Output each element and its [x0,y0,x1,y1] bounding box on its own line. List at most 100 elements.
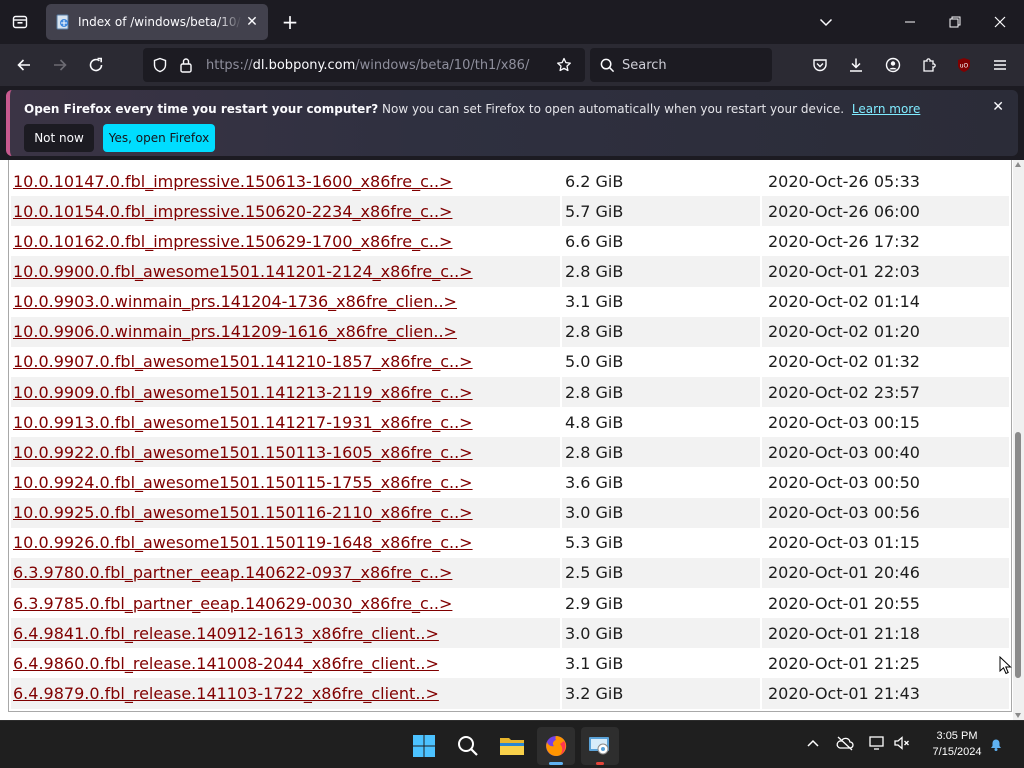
firefox-icon [546,735,567,756]
file-link[interactable]: 10.0.9900.0.fbl_awesome1501.141201-2124_… [13,262,473,281]
file-name-cell: 6.4.9841.0.fbl_release.140912-1613_x86fr… [11,618,560,649]
onedrive-cloud-icon[interactable] [836,735,854,755]
listing-row: 6.3.9785.0.fbl_partner_eeap.140629-0030_… [11,588,1009,618]
show-hidden-icons-chevron-icon[interactable] [806,735,820,754]
file-link[interactable]: 6.4.9879.0.fbl_release.141103-1722_x86fr… [13,684,439,703]
close-window-button[interactable] [990,12,1010,32]
listing-row: 10.0.9925.0.fbl_awesome1501.150116-2110_… [11,497,1009,528]
file-link[interactable]: 10.0.9913.0.fbl_awesome1501.141217-1931_… [13,413,473,432]
not-now-button[interactable]: Not now [24,124,94,152]
minimize-icon [905,21,915,23]
tab-close-icon[interactable]: ✕ [244,14,260,30]
listing-row: 10.0.10162.0.fbl_impressive.150629-1700_… [11,226,1009,256]
file-link[interactable]: 10.0.10162.0.fbl_impressive.150629-1700_… [13,232,452,251]
pocket-button[interactable] [810,55,830,75]
file-link[interactable]: 10.0.9924.0.fbl_awesome1501.150115-1755_… [13,473,473,492]
file-name-cell: 10.0.9906.0.winmain_prs.141209-1616_x86f… [11,316,560,347]
firefox-view-button[interactable] [10,12,30,32]
account-icon [885,57,901,73]
address-bar[interactable]: https://dl.bobpony.com/windows/beta/10/t… [143,48,585,82]
lock-icon[interactable] [177,56,195,74]
file-size-cell: 2.8 GiB [562,256,760,287]
file-link[interactable]: 10.0.9903.0.winmain_prs.141204-1736_x86f… [13,292,457,311]
plus-icon: + [281,10,299,34]
firefox-taskbar-button[interactable] [537,727,575,765]
volume-muted-icon[interactable] [893,735,911,755]
file-name-cell: 10.0.9913.0.fbl_awesome1501.141217-1931_… [11,407,560,437]
list-all-tabs-button[interactable] [816,12,836,32]
scrollbar-thumb[interactable] [1015,432,1021,678]
file-date-cell: 2020-Oct-26 06:00 [762,196,1009,227]
downloads-button[interactable] [846,55,866,75]
scroll-down-arrow-icon[interactable] [1015,713,1021,718]
file-explorer-button[interactable] [493,727,531,765]
new-tab-button[interactable]: + [280,10,300,34]
extensions-button[interactable] [919,55,939,75]
file-link[interactable]: 6.4.9860.0.fbl_release.141008-2044_x86fr… [13,654,439,673]
file-name-cell: 10.0.10147.0.fbl_impressive.150613-1600_… [11,166,560,196]
start-button[interactable] [405,727,443,765]
tracking-protection-shield-icon[interactable] [151,56,169,74]
file-date-cell: 2020-Oct-01 21:43 [762,678,1009,709]
back-button[interactable] [14,55,34,75]
search-bar[interactable]: Search [590,48,772,82]
file-date-cell: 2020-Oct-02 01:20 [762,316,1009,347]
listing-row: 10.0.9903.0.winmain_prs.141204-1736_x86f… [11,287,1009,317]
file-link[interactable]: 6.3.9780.0.fbl_partner_eeap.140622-0937_… [13,563,452,582]
search-taskbar-button[interactable] [449,727,487,765]
minimize-button[interactable] [900,12,920,32]
forward-button[interactable] [50,55,70,75]
browser-tab[interactable]: Index of /windows/beta/10/th1/x86/ ✕ [46,4,268,40]
scroll-up-arrow-icon[interactable] [1015,162,1021,167]
notification-close-icon[interactable]: ✕ [992,99,1004,115]
system-clock[interactable]: 3:05 PM 7/15/2024 [918,728,996,760]
hamburger-menu-icon [994,60,1006,70]
learn-more-link[interactable]: Learn more [852,102,920,116]
file-link[interactable]: 10.0.9922.0.fbl_awesome1501.150113-1605_… [13,443,473,462]
file-size-cell: 5.7 GiB [562,196,760,227]
listing-row: 10.0.9922.0.fbl_awesome1501.150113-1605_… [11,437,1009,468]
listing-body: 10.0.10147.0.fbl_impressive.150613-1600_… [11,166,1009,709]
remote-app-taskbar-button[interactable] [581,727,619,765]
file-link[interactable]: 10.0.9926.0.fbl_awesome1501.150119-1648_… [13,533,473,552]
page-content: 10.0.10147.0.fbl_impressive.150613-1600_… [0,160,1024,720]
notification-message: Open Firefox every time you restart your… [24,102,920,116]
account-button[interactable] [883,55,903,75]
file-name-cell: 6.4.9860.0.fbl_release.141008-2044_x86fr… [11,648,560,678]
file-link[interactable]: 10.0.9909.0.fbl_awesome1501.141213-2119_… [13,383,473,402]
url-text[interactable]: https://dl.bobpony.com/windows/beta/10/t… [206,58,529,73]
file-link[interactable]: 10.0.10147.0.fbl_impressive.150613-1600_… [13,172,452,191]
restore-button[interactable] [945,12,965,32]
file-size-cell: 3.1 GiB [565,292,624,312]
app-menu-button[interactable] [990,55,1010,75]
file-link[interactable]: 10.0.9925.0.fbl_awesome1501.150116-2110_… [13,503,473,522]
tab-title: Index of /windows/beta/10/th1/x86/ [78,15,242,29]
network-icon[interactable] [868,735,886,755]
file-link[interactable]: 10.0.9906.0.winmain_prs.141209-1616_x86f… [13,322,457,341]
url-path: /windows/beta/10/th1/x86/ [355,58,530,73]
navigation-toolbar: https://dl.bobpony.com/windows/beta/10/t… [0,44,1024,86]
yes-open-firefox-button[interactable]: Yes, open Firefox [103,124,215,152]
file-size-cell: 3.0 GiB [562,497,760,528]
listing-row: 6.4.9860.0.fbl_release.141008-2044_x86fr… [11,648,1009,678]
file-name-cell: 10.0.10162.0.fbl_impressive.150629-1700_… [11,226,560,256]
ublock-origin-button[interactable]: uO [954,55,974,75]
vertical-scrollbar[interactable] [1013,160,1024,720]
bookmark-star-icon[interactable] [555,56,573,74]
running-indicator [596,762,604,765]
file-date-cell: 2020-Oct-26 05:33 [768,171,920,191]
reload-button[interactable] [86,55,106,75]
file-name-cell: 10.0.9900.0.fbl_awesome1501.141201-2124_… [11,256,560,287]
file-size-cell: 6.2 GiB [565,171,624,191]
notification-body-text: Now you can set Firefox to open automati… [382,102,845,116]
notification-bar: Open Firefox every time you restart your… [6,90,1018,156]
file-link[interactable]: 10.0.9907.0.fbl_awesome1501.141210-1857_… [13,352,473,371]
listing-row: 10.0.10147.0.fbl_impressive.150613-1600_… [11,166,1009,196]
file-link[interactable]: 10.0.10154.0.fbl_impressive.150620-2234_… [13,202,452,221]
url-scheme: https:// [206,58,253,73]
file-link[interactable]: 6.3.9785.0.fbl_partner_eeap.140629-0030_… [13,594,452,613]
ublock-shield-icon: uO [958,58,970,72]
file-link[interactable]: 6.4.9841.0.fbl_release.140912-1613_x86fr… [13,624,439,643]
listing-row: 6.3.9780.0.fbl_partner_eeap.140622-0937_… [11,557,1009,588]
notification-bell-icon[interactable] [988,736,1004,756]
